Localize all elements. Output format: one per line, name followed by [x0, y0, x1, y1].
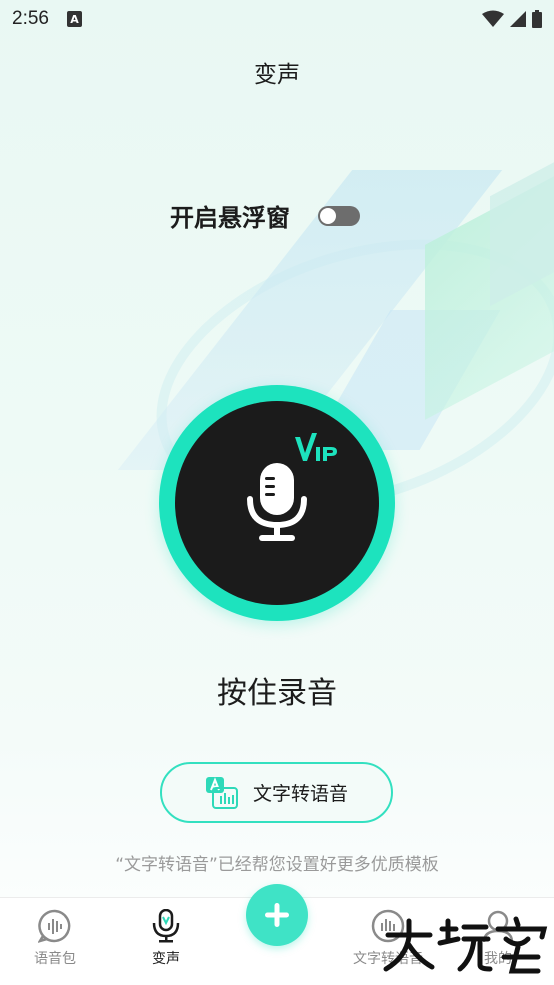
record-button-inner [175, 401, 379, 605]
battery-icon [532, 10, 542, 28]
nav-label: 变声 [152, 951, 180, 967]
text-to-speech-icon [205, 776, 238, 809]
add-button[interactable] [246, 884, 308, 946]
page-title: 变声 [254, 62, 300, 88]
plus-icon [265, 903, 289, 927]
status-time: 2:56 [12, 8, 49, 29]
chat-audio-icon [37, 908, 73, 944]
status-icons [482, 10, 542, 28]
watermark-logo [383, 916, 548, 974]
microphone-icon [247, 463, 307, 541]
float-window-label: 开启悬浮窗 [170, 204, 290, 232]
vip-badge-icon [295, 433, 337, 461]
wifi-icon [482, 10, 504, 27]
signal-icon [510, 11, 526, 27]
status-bar: 2:56 A [0, 0, 554, 38]
text-to-speech-hint: “文字转语音”已经帮您设置好更多优质模板 [115, 855, 439, 875]
text-to-speech-label: 文字转语音 [252, 783, 348, 805]
microphone-icon [148, 908, 184, 944]
nav-item-voice-change[interactable]: 变声 [116, 908, 216, 968]
notification-icon: A [66, 11, 82, 27]
record-button[interactable] [159, 385, 395, 621]
float-window-toggle[interactable] [318, 205, 360, 226]
toggle-knob [320, 207, 336, 224]
nav-item-voice-pack[interactable]: 语音包 [5, 908, 105, 968]
float-window-row: 开启悬浮窗 [170, 198, 360, 233]
text-to-speech-button[interactable]: 文字转语音 [160, 762, 393, 823]
nav-label: 语音包 [34, 951, 76, 967]
record-label: 按住录音 [217, 676, 337, 711]
